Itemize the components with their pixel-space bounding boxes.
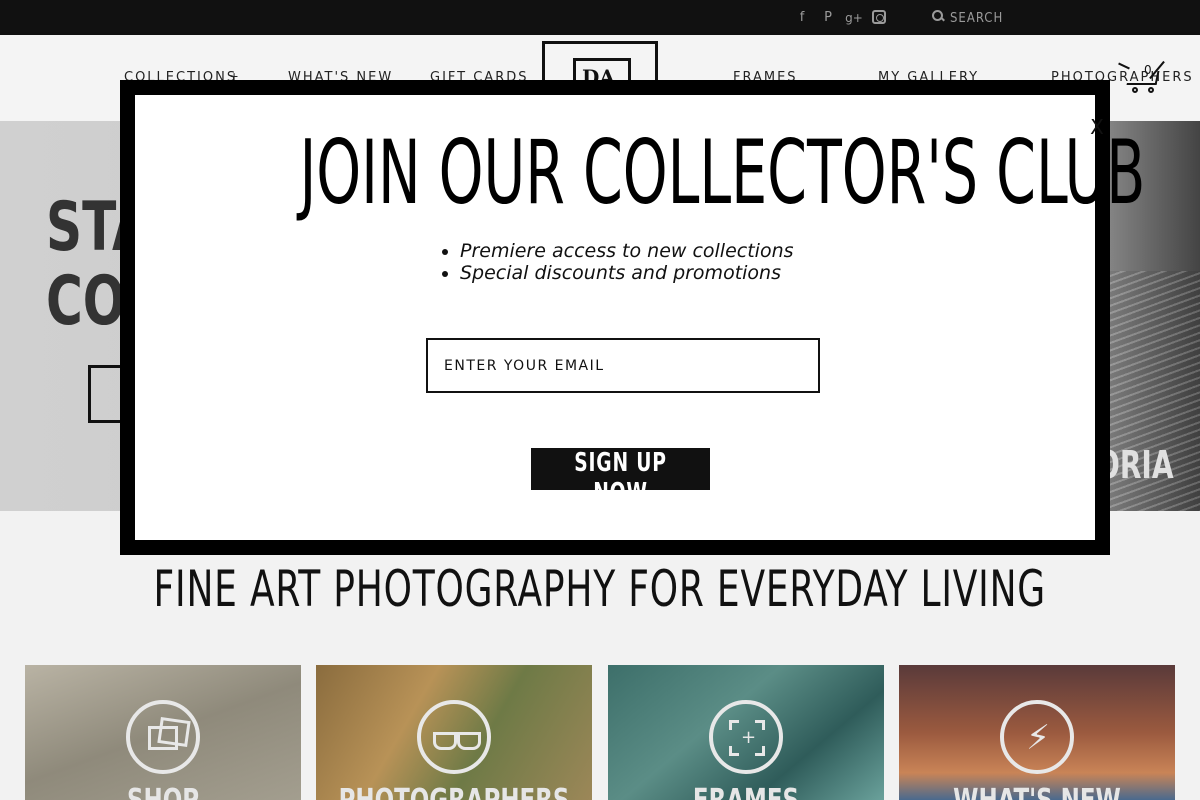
benefits-list: Premiere access to new collections Speci… (460, 240, 794, 284)
email-field[interactable] (426, 338, 820, 393)
benefit-item: Special discounts and promotions (460, 262, 794, 284)
modal-title-text: JOIN OUR COLLECTOR'S CLUB (299, 121, 1146, 224)
benefit-item: Premiere access to new collections (460, 240, 794, 262)
sign-up-button[interactable]: SIGN UP NOW (531, 448, 710, 508)
modal-panel: X JOIN OUR COLLECTOR'S CLUB Premiere acc… (135, 95, 1145, 540)
modal-title: JOIN OUR COLLECTOR'S CLUB (135, 123, 1145, 223)
newsletter-modal: X JOIN OUR COLLECTOR'S CLUB Premiere acc… (120, 80, 1145, 555)
sign-up-label: SIGN UP NOW (574, 448, 667, 508)
